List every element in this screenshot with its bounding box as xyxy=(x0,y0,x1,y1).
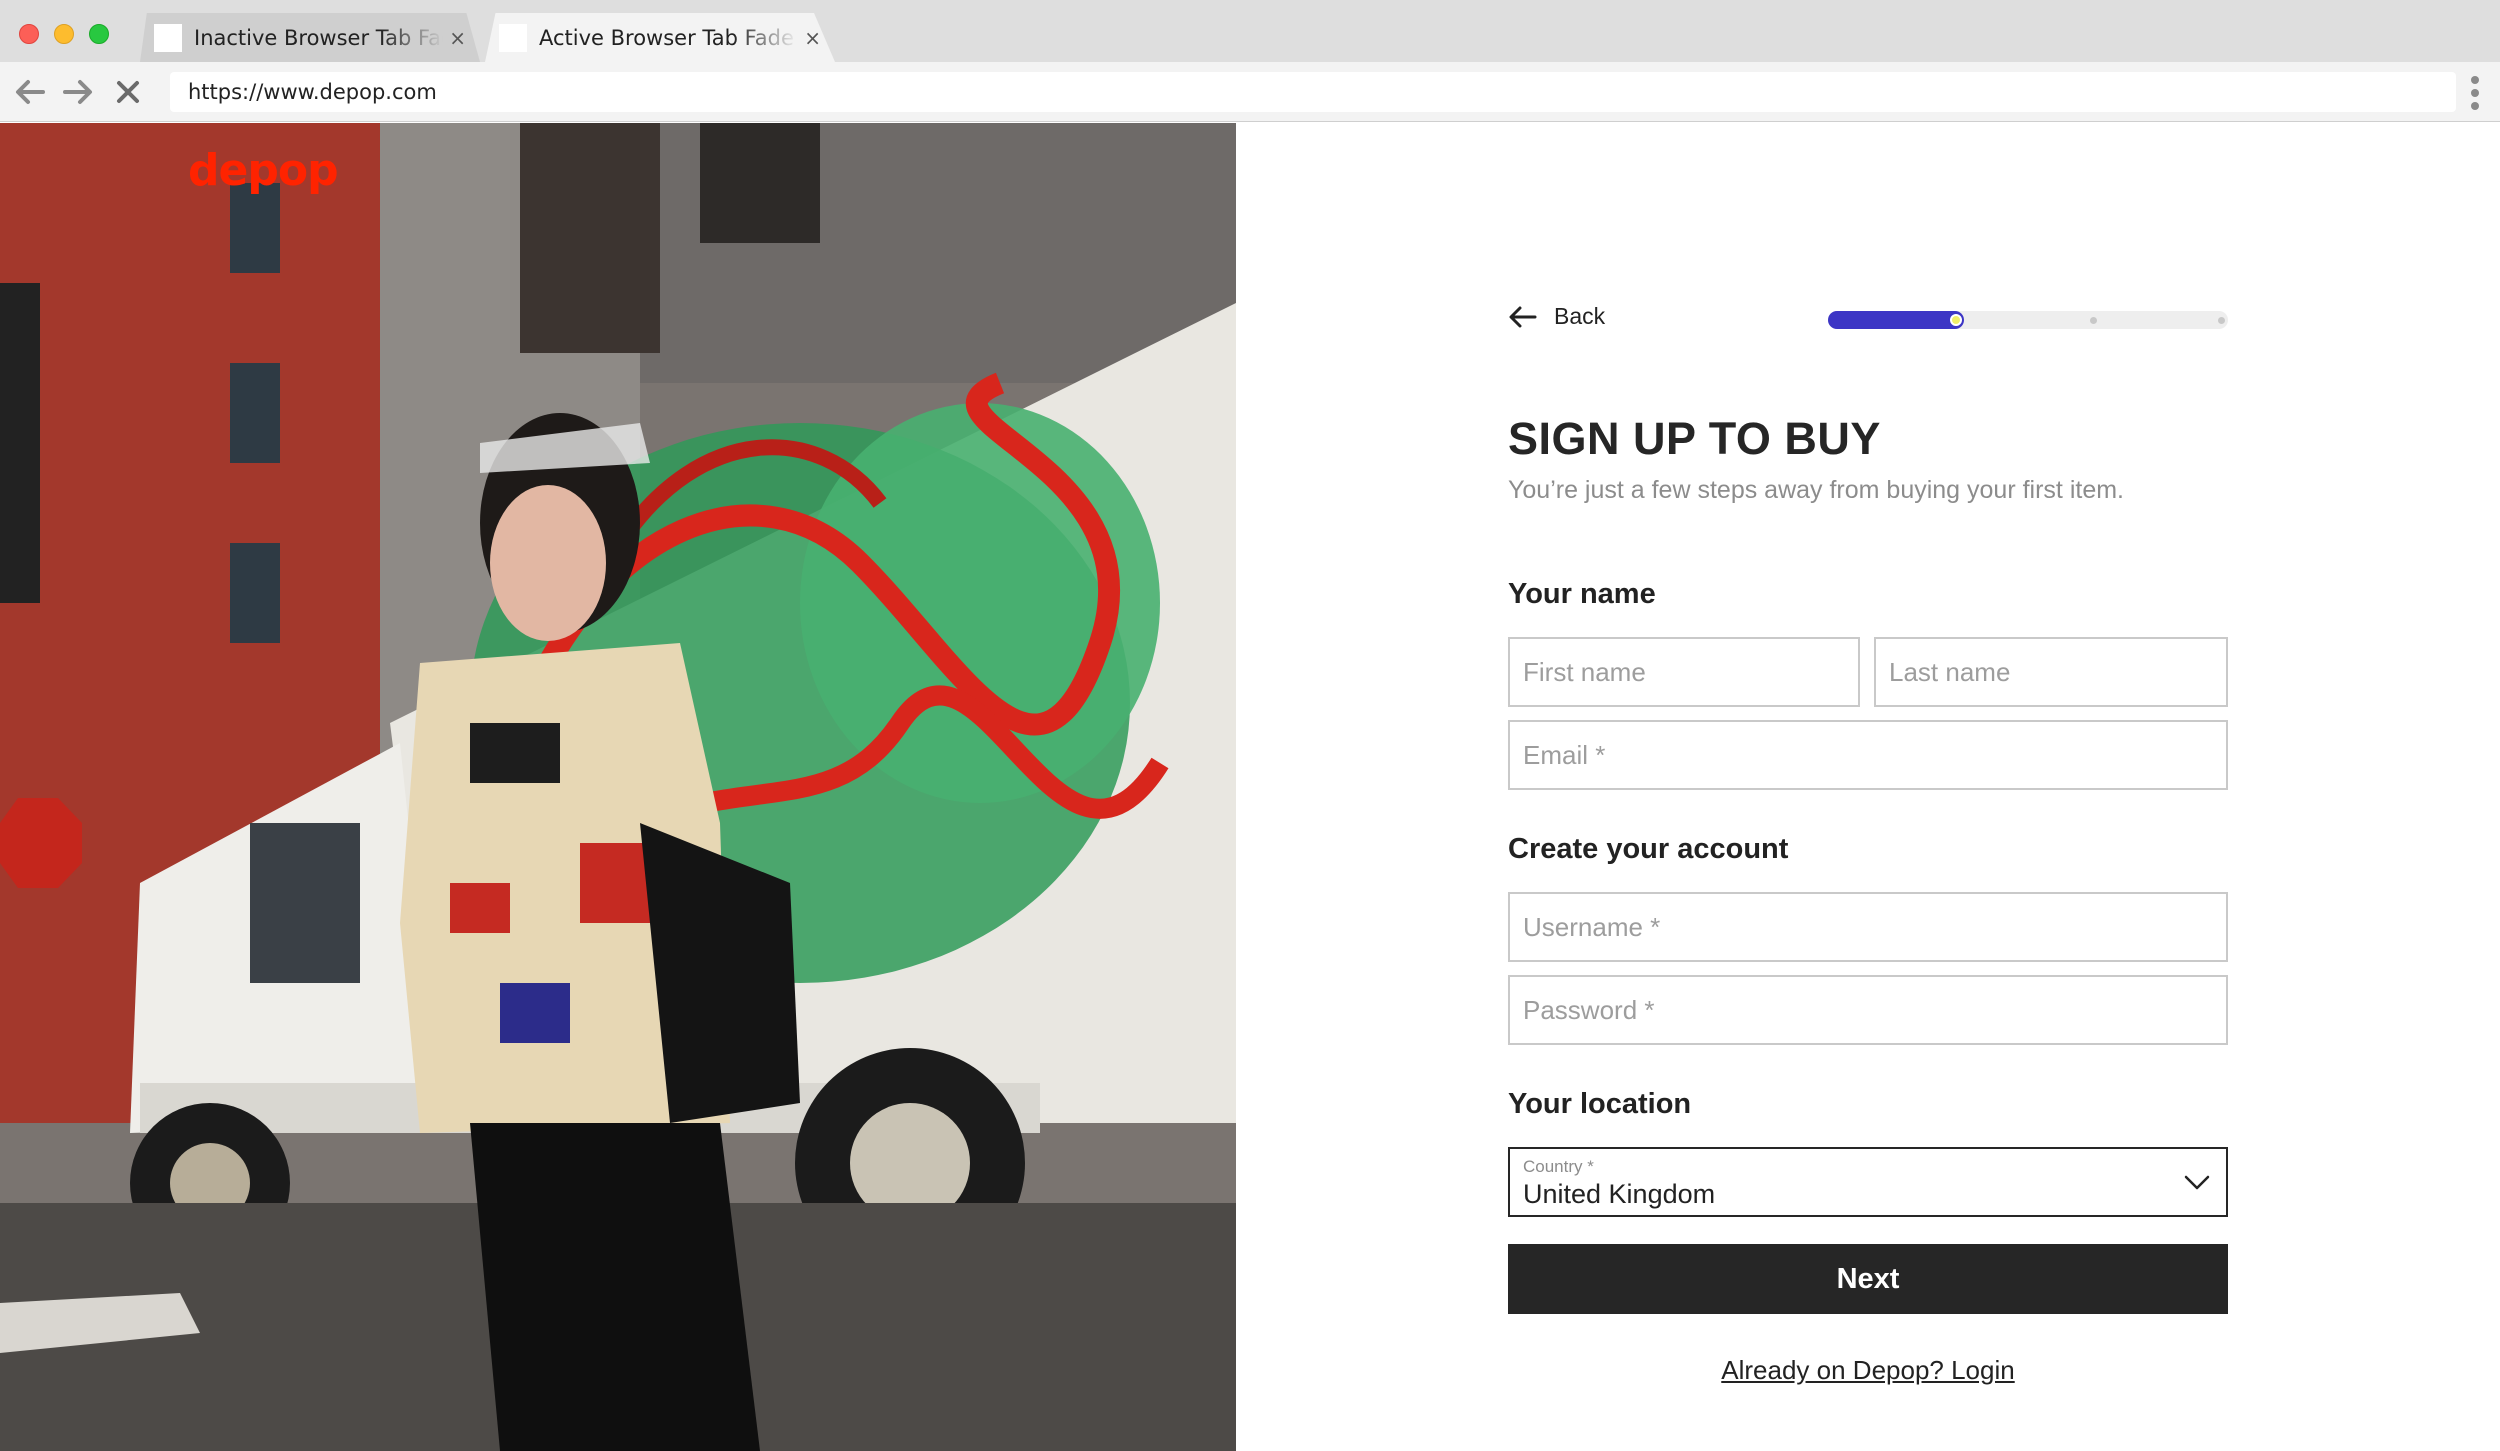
hero-photo xyxy=(0,123,1236,1451)
username-input[interactable] xyxy=(1508,892,2228,962)
close-window-button[interactable] xyxy=(19,24,39,44)
close-tab-icon[interactable]: × xyxy=(804,26,821,50)
stop-icon[interactable] xyxy=(112,76,144,108)
country-value: United Kingdom xyxy=(1523,1179,1716,1209)
signup-progress-bar xyxy=(1828,311,2228,329)
arrow-left-icon xyxy=(1509,306,1537,327)
back-arrow-icon[interactable] xyxy=(14,76,46,108)
first-name-input[interactable] xyxy=(1508,637,1860,707)
page-content: depop Back SIGN UP TO BUY You’re just a … xyxy=(0,123,2500,1451)
signup-panel: Back SIGN UP TO BUY You’re just a few st… xyxy=(1236,123,2500,1451)
login-link[interactable]: Already on Depop? Login xyxy=(1508,1355,2228,1386)
progress-fill xyxy=(1828,311,1964,329)
back-label: Back xyxy=(1554,303,1606,329)
tab-inactive[interactable]: Inactive Browser Tab Fad × xyxy=(140,13,480,62)
country-select[interactable]: Country * United Kingdom xyxy=(1508,1147,2228,1217)
next-button[interactable]: Next xyxy=(1508,1244,2228,1314)
hero-image: depop xyxy=(0,123,1236,1451)
tab-active[interactable]: Active Browser Tab Fade × xyxy=(485,13,835,62)
section-title-account: Create your account xyxy=(1508,833,1789,865)
tab-title: Inactive Browser Tab Fad xyxy=(194,25,444,50)
forward-arrow-icon[interactable] xyxy=(62,76,94,108)
progress-current-marker xyxy=(1950,314,1962,326)
address-bar[interactable]: https://www.depop.com xyxy=(170,72,2456,112)
page-subtitle: You’re just a few steps away from buying… xyxy=(1508,476,2125,504)
vertical-dots-icon[interactable] xyxy=(2468,76,2482,110)
section-title-name: Your name xyxy=(1508,578,1656,610)
depop-logo[interactable]: depop xyxy=(188,145,339,196)
favicon-icon xyxy=(154,23,182,52)
browser-toolbar: https://www.depop.com xyxy=(0,62,2500,122)
email-input[interactable] xyxy=(1508,720,2228,790)
country-label: Country * xyxy=(1523,1157,1594,1176)
back-button[interactable]: Back xyxy=(1508,303,1605,330)
tab-title: Active Browser Tab Fade xyxy=(539,25,794,50)
chevron-down-icon xyxy=(2184,1175,2210,1190)
page-title: SIGN UP TO BUY xyxy=(1508,413,1881,464)
browser-tab-bar: Inactive Browser Tab Fad × Active Browse… xyxy=(0,0,2500,62)
section-title-location: Your location xyxy=(1508,1088,1692,1120)
progress-step-dot xyxy=(2218,317,2225,324)
progress-step-dot xyxy=(2090,317,2097,324)
close-tab-icon[interactable]: × xyxy=(449,26,466,50)
password-input[interactable] xyxy=(1508,975,2228,1045)
minimize-window-button[interactable] xyxy=(54,24,74,44)
favicon-icon xyxy=(499,23,527,52)
maximize-window-button[interactable] xyxy=(89,24,109,44)
last-name-input[interactable] xyxy=(1874,637,2228,707)
